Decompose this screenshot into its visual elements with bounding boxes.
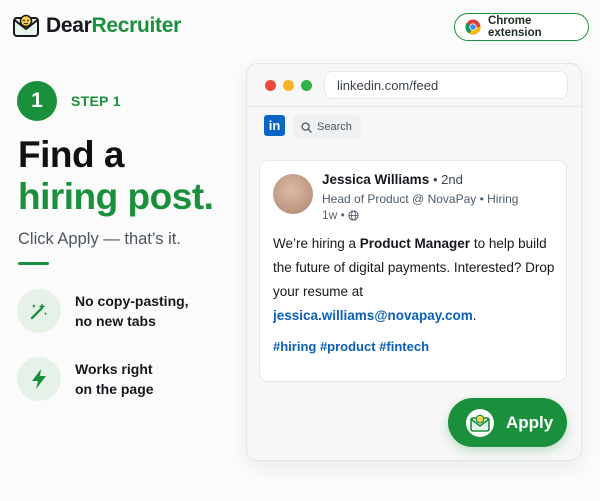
hero-title: Find a hiring post. — [18, 134, 214, 218]
globe-icon — [348, 209, 359, 221]
feature-no-copy-paste: No copy-pasting, no new tabs — [17, 289, 189, 333]
brand-name-part1: Dear — [46, 14, 92, 37]
feature-icon-badge — [17, 357, 61, 401]
step-label: STEP 1 — [71, 93, 121, 109]
hero-title-line1: Find a — [18, 134, 124, 175]
post-body: We’re hiring a Product Manager to help b… — [273, 232, 563, 328]
post-author-line: Jessica Williams • 2nd — [322, 172, 463, 187]
linkedin-search-box[interactable]: Search — [293, 115, 361, 139]
lightning-icon — [32, 369, 46, 389]
apply-label: Apply — [506, 412, 554, 432]
feature-text: Works right on the page — [75, 359, 154, 399]
step-number-badge: 1 — [17, 81, 57, 121]
post-timestamp: 1w • — [322, 208, 359, 222]
feature-icon-badge — [17, 289, 61, 333]
feature-text: No copy-pasting, no new tabs — [75, 291, 189, 331]
envelope-face-icon — [470, 414, 490, 432]
address-bar[interactable]: linkedin.com/feed — [324, 71, 568, 99]
post-body-role: Product Manager — [359, 236, 471, 251]
linkedin-post-card: Jessica Williams • 2nd Head of Product @… — [259, 160, 567, 382]
window-maximize-dot[interactable] — [301, 80, 312, 91]
magic-wand-icon — [30, 303, 48, 320]
connection-degree: • 2nd — [432, 172, 463, 187]
envelope-face-icon — [13, 14, 39, 37]
hero-title-line2: hiring post. — [18, 176, 214, 217]
post-author-name[interactable]: Jessica Williams — [322, 172, 429, 187]
post-email-link[interactable]: jessica.williams@novapay.com — [273, 308, 473, 323]
feature-line2: no new tabs — [75, 313, 156, 329]
hero-subtitle: Click Apply — that’s it. — [18, 230, 181, 248]
step-indicator: 1 STEP 1 — [17, 81, 121, 121]
post-body-end: . — [472, 308, 477, 323]
toolbar-divider — [247, 106, 581, 107]
search-icon — [301, 121, 312, 133]
window-close-dot[interactable] — [265, 80, 276, 91]
brand-logo[interactable]: DearRecruiter — [12, 12, 181, 40]
apply-icon-badge — [466, 408, 494, 437]
post-body-part1: We’re hiring a — [273, 236, 360, 251]
window-minimize-dot[interactable] — [283, 80, 294, 91]
apply-button[interactable]: Apply — [448, 398, 567, 447]
linkedin-logo-icon[interactable]: in — [264, 115, 285, 136]
accent-divider — [18, 262, 49, 265]
browser-window: linkedin.com/feed in Search Jessica Will… — [246, 63, 582, 461]
search-label: Search — [317, 121, 352, 133]
brand-name: DearRecruiter — [46, 14, 181, 38]
post-author-headline: Head of Product @ NovaPay • Hiring — [322, 192, 519, 206]
feature-works-on-page: Works right on the page — [17, 357, 154, 401]
avatar[interactable] — [273, 174, 313, 214]
chrome-extension-button[interactable]: Chrome extension — [454, 13, 589, 41]
feature-line1: Works right — [75, 361, 153, 377]
feature-line1: No copy-pasting, — [75, 293, 189, 309]
chrome-extension-label: Chrome extension — [487, 15, 542, 39]
post-time: 1w • — [322, 208, 345, 222]
feature-line2: on the page — [75, 381, 154, 397]
chrome-icon — [465, 19, 481, 35]
brand-name-part2: Recruiter — [91, 14, 182, 37]
post-hashtags[interactable]: #hiring #product #fintech — [273, 339, 429, 354]
